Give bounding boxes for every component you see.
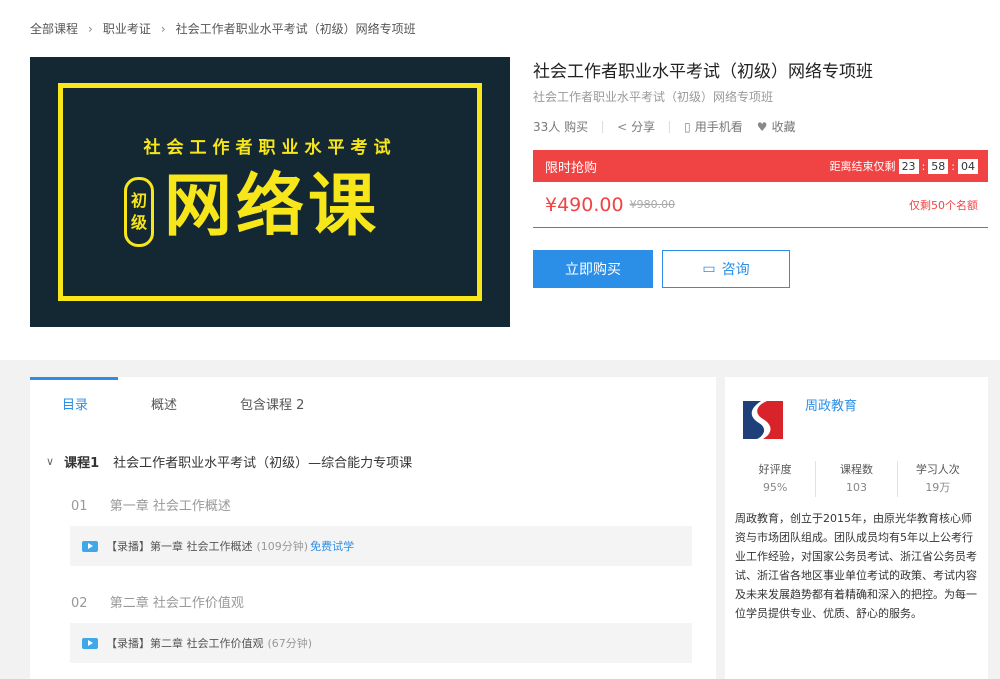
- sale-price: ¥490.00: [545, 193, 624, 216]
- chevron-down-icon: ∨: [46, 455, 55, 468]
- tab-included-courses[interactable]: 包含课程 2: [240, 394, 304, 413]
- share-button[interactable]: < 分享: [617, 118, 655, 135]
- stat-rating: 好评度 95%: [735, 461, 815, 497]
- buy-now-button[interactable]: 立即购买: [533, 250, 653, 288]
- countdown: 距离结束仅剩 23: 58: 04: [830, 158, 978, 174]
- lesson-duration: (67分钟): [267, 637, 313, 650]
- course-content-panel: 目录 概述 包含课程 2 ∨ 课程1 社会工作者职业水平考试（初级）—综合能力专…: [30, 377, 716, 679]
- stat-label: 学习人次: [915, 463, 960, 476]
- countdown-label: 距离结束仅剩: [829, 160, 896, 173]
- banner-heading: 社会工作者职业水平考试: [143, 138, 397, 158]
- divider: [669, 120, 671, 133]
- favorite-button[interactable]: ♥ 收藏: [757, 118, 796, 135]
- breadcrumb-all-courses[interactable]: 全部课程: [30, 20, 78, 37]
- chat-icon: ▭: [702, 261, 716, 277]
- organization-name[interactable]: 周政教育: [805, 395, 857, 414]
- price-bar: ¥490.00 ¥980.00 仅剩50个名额: [533, 182, 988, 228]
- stat-course-count: 课程数 103: [815, 461, 896, 497]
- chevron-right-icon: ›: [88, 21, 93, 36]
- video-play-icon: [82, 540, 98, 552]
- organization-logo[interactable]: [739, 395, 787, 443]
- breadcrumb-current: 社会工作者职业水平考试（初级）网络专项班: [175, 22, 416, 36]
- chapter-title: 第一章 社会工作概述: [109, 499, 231, 514]
- course-group-header[interactable]: ∨ 课程1 社会工作者职业水平考试（初级）—综合能力专项课: [46, 452, 412, 471]
- course-header-section: 全部课程 › 职业考证 › 社会工作者职业水平考试（初级）网络专项班 社会工作者…: [0, 0, 1000, 360]
- heart-icon: ♥: [756, 119, 768, 134]
- course-banner-image: 社会工作者职业水平考试 初 级 网络课: [30, 57, 510, 327]
- chapter-title: 第二章 社会工作价值观: [109, 596, 244, 611]
- chapter-number: 01: [71, 499, 88, 514]
- organization-logo-mark: [739, 395, 787, 443]
- banner-level-badge: 初 级: [124, 177, 154, 247]
- flash-sale-label: 限时抢购: [545, 160, 598, 176]
- course-group-title: 社会工作者职业水平考试（初级）—综合能力专项课: [113, 456, 413, 471]
- lesson-item[interactable]: 【录播】第一章 社会工作概述 (109分钟) 免费试学: [70, 526, 692, 566]
- divider: [602, 120, 604, 133]
- mobile-view-button[interactable]: ▯ 用手机看: [684, 118, 743, 135]
- course-subtitle: 社会工作者职业水平考试（初级）网络专项班: [533, 90, 774, 104]
- stat-learners: 学习人次 19万: [896, 461, 978, 497]
- organization-stats: 好评度 95% 课程数 103 学习人次 19万: [735, 461, 978, 497]
- countdown-minutes: 58: [928, 158, 949, 174]
- banner-level-char-1: 初: [130, 191, 147, 210]
- banner-big-text: 网络课: [164, 167, 381, 246]
- breadcrumb-certification[interactable]: 职业考证: [103, 20, 151, 37]
- stat-label: 课程数: [839, 463, 873, 476]
- active-tab-indicator: [30, 377, 118, 380]
- course-title: 社会工作者职业水平考试（初级）网络专项班: [533, 62, 873, 82]
- course-number: 课程1: [64, 456, 100, 471]
- countdown-hours: 23: [898, 158, 919, 174]
- remaining-quota: 仅剩50个名额: [909, 198, 978, 212]
- countdown-seconds: 04: [958, 158, 978, 174]
- tab-overview[interactable]: 概述: [151, 394, 177, 413]
- phone-icon: ▯: [684, 119, 691, 134]
- banner-level-char-2: 级: [130, 213, 147, 232]
- video-play-icon: [82, 637, 98, 649]
- lesson-duration: (109分钟): [256, 540, 309, 553]
- stat-value: 103: [845, 481, 867, 494]
- favorite-label: 收藏: [771, 120, 796, 134]
- breadcrumb: 全部课程 › 职业考证 › 社会工作者职业水平考试（初级）网络专项班: [30, 20, 416, 37]
- course-meta: 33人 购买 < 分享 ▯ 用手机看 ♥ 收藏: [533, 118, 796, 135]
- lesson-title: 【录播】第一章 社会工作概述: [106, 540, 253, 553]
- tab-catalog[interactable]: 目录: [62, 394, 88, 413]
- share-label: 分享: [631, 120, 656, 134]
- consult-label: 咨询: [721, 262, 750, 278]
- chevron-right-icon: ›: [160, 21, 166, 36]
- share-icon: <: [617, 119, 628, 134]
- stat-value: 95%: [762, 481, 788, 494]
- lesson-title: 【录播】第二章 社会工作价值观: [106, 637, 264, 650]
- stat-value: 19万: [925, 481, 951, 494]
- flash-sale-bar: 限时抢购 距离结束仅剩 23: 58: 04: [533, 150, 988, 182]
- stat-label: 好评度: [758, 463, 792, 476]
- buyer-count: 33人 购买: [533, 120, 589, 134]
- lesson-item[interactable]: 【录播】第二章 社会工作价值观 (67分钟): [70, 623, 692, 663]
- chapter-item: 01 第一章 社会工作概述: [71, 495, 231, 514]
- chapter-item: 02 第二章 社会工作价值观: [71, 592, 244, 611]
- organization-panel: 周政教育 好评度 95% 课程数 103 学习人次 19万 周政教育，创立于20…: [725, 377, 988, 679]
- content-tabs: 目录 概述 包含课程 2: [30, 377, 716, 423]
- consult-button[interactable]: ▭ 咨询: [662, 250, 790, 288]
- chapter-number: 02: [71, 596, 88, 611]
- organization-description: 周政教育，创立于2015年，由原光华教育核心师资与市场团队组成。团队成员均有5年…: [735, 512, 977, 620]
- free-trial-link[interactable]: 免费试学: [310, 538, 354, 554]
- original-price: ¥980.00: [629, 198, 676, 211]
- mobile-view-label: 用手机看: [694, 120, 743, 134]
